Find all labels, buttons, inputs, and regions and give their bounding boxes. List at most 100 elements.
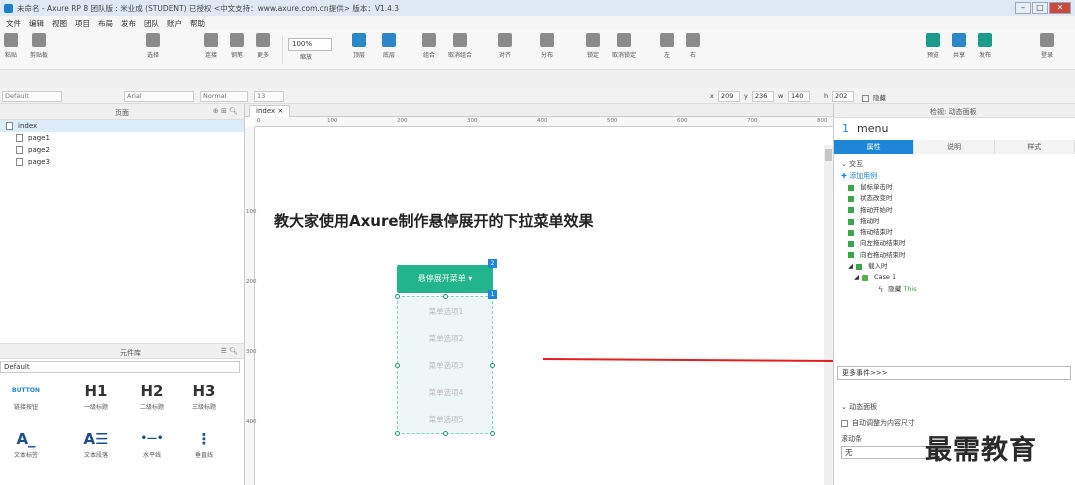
pages-panel-tools[interactable]: ⊕ ⊞ 🔍︎ <box>213 107 238 115</box>
maximize-button[interactable]: □ <box>1032 2 1048 14</box>
event-ondragdrop[interactable]: 拖动结束时 <box>834 227 1075 238</box>
login-button[interactable]: 登录 <box>1040 33 1054 67</box>
align-button[interactable]: 对齐 <box>498 33 512 67</box>
distribute-button[interactable]: 分布 <box>540 33 554 67</box>
style-select[interactable]: Default <box>2 91 62 102</box>
widget-h1[interactable]: H1 一级标题 <box>72 380 120 411</box>
widget-text-label[interactable]: A_ 文本标签 <box>2 428 50 459</box>
resize-handle[interactable] <box>395 363 400 368</box>
event-ondragstart[interactable]: 拖动开始时 <box>834 205 1075 216</box>
close-button[interactable]: ✕ <box>1049 2 1071 14</box>
font-size-select[interactable]: 13 <box>254 91 284 102</box>
x-input[interactable]: 209 <box>718 91 740 102</box>
font-weight-select[interactable]: Normal <box>200 91 248 102</box>
tab-notes[interactable]: 说明 <box>914 140 995 154</box>
widget-vertical-line[interactable]: ⋮ 垂直线 <box>180 428 228 459</box>
font-select[interactable]: Arial <box>124 91 194 102</box>
event-onstatechange[interactable]: 状态改变时 <box>834 193 1075 204</box>
interaction-section[interactable]: ⌄ 交互 <box>834 158 1075 170</box>
more-events-select[interactable]: 更多事件>>> <box>837 366 1071 380</box>
send-back-button[interactable]: 底层 <box>382 33 396 67</box>
event-onload[interactable]: ◢ 载入时 <box>834 261 1075 272</box>
menu-view[interactable]: 视图 <box>52 18 67 29</box>
connect-button[interactable]: 连接 <box>204 33 218 67</box>
menu-item-4[interactable]: 菜单选项4 <box>398 380 494 406</box>
menu-account[interactable]: 账户 <box>167 18 182 29</box>
page-item-page3[interactable]: page3 <box>0 156 244 168</box>
h-input[interactable]: 202 <box>832 91 854 102</box>
menu-arrange[interactable]: 布局 <box>98 18 113 29</box>
scrollbar-select[interactable]: 无 <box>841 446 931 459</box>
auto-fit-checkbox[interactable]: 自动调整为内容尺寸 <box>841 418 915 428</box>
library-select[interactable]: Default <box>0 361 240 373</box>
panel-interaction-badge: 1 <box>488 290 497 299</box>
page-item-page2[interactable]: page2 <box>0 144 244 156</box>
event-onswiperight[interactable]: 向右拖动结束时 <box>834 250 1075 261</box>
bring-front-button[interactable]: 顶层 <box>352 33 366 67</box>
left-button[interactable]: 左 <box>660 33 674 67</box>
menu-item-3[interactable]: 菜单选项3 <box>398 353 494 379</box>
resize-handle[interactable] <box>490 431 495 436</box>
resize-handle[interactable] <box>443 431 448 436</box>
page-item-index[interactable]: index <box>0 120 244 132</box>
widget-h3[interactable]: H3 三级标题 <box>180 380 228 411</box>
unlock-button[interactable]: 取消锁定 <box>612 33 636 67</box>
resize-handle[interactable] <box>395 431 400 436</box>
resize-handle[interactable] <box>395 294 400 299</box>
pen-button[interactable]: 钢笔 <box>230 33 244 67</box>
paste-button[interactable]: 粘贴 <box>4 33 18 67</box>
widget-text-paragraph[interactable]: A☰ 文本段落 <box>72 428 120 459</box>
share-button[interactable]: 共享 <box>952 33 966 67</box>
event-onswipeleft[interactable]: 向左拖动结束时 <box>834 238 1075 249</box>
canvas-scrollbar[interactable] <box>824 145 833 485</box>
menu-edit[interactable]: 编辑 <box>29 18 44 29</box>
menu-item-1[interactable]: 菜单选项1 <box>398 299 494 325</box>
tab-style[interactable]: 样式 <box>994 140 1075 154</box>
menu-team[interactable]: 团队 <box>144 18 159 29</box>
minimize-button[interactable]: – <box>1015 2 1031 14</box>
more-button[interactable]: 更多 <box>256 33 270 67</box>
publish-button[interactable]: 发布 <box>978 33 992 67</box>
scrollbar-thumb[interactable] <box>825 149 832 161</box>
page-item-page1[interactable]: page1 <box>0 132 244 144</box>
case-row[interactable]: ◢ Case 1 <box>834 272 1075 283</box>
clipboard-button[interactable]: 剪贴板 <box>30 33 48 67</box>
canvas-area[interactable]: index × 0 100 200 300 400 500 600 700 80… <box>245 104 841 485</box>
widget-link-button[interactable]: BUTTON 链接按钮 <box>2 380 50 411</box>
lock-button[interactable]: 锁定 <box>586 33 600 67</box>
menu-file[interactable]: 文件 <box>6 18 21 29</box>
widget-h2[interactable]: H2 二级标题 <box>128 380 176 411</box>
dropdown-menu-panel[interactable]: 菜单选项1 菜单选项2 菜单选项3 菜单选项4 菜单选项5 <box>397 296 493 434</box>
hover-menu-button[interactable]: 悬停展开菜单 ▾ <box>397 265 493 293</box>
y-input[interactable]: 236 <box>752 91 774 102</box>
right-button[interactable]: 右 <box>686 33 700 67</box>
widget-horizontal-line[interactable]: •—• 水平线 <box>128 428 176 459</box>
action-row[interactable]: ϟ 隐藏 This <box>834 284 1075 295</box>
hidden-checkbox[interactable]: 隐藏 <box>862 92 886 102</box>
add-case-link[interactable]: ✚ 添加用例 <box>834 170 1075 182</box>
event-onclick[interactable]: 鼠标单击时 <box>834 182 1075 193</box>
ungroup-button[interactable]: 取消组合 <box>448 33 472 67</box>
canvas-tabbar: index × <box>245 104 841 117</box>
tab-properties[interactable]: 属性 <box>834 140 915 154</box>
tab-index[interactable]: index × <box>249 105 291 117</box>
dynamic-panel-section[interactable]: ⌄ 动态面板 <box>841 402 877 412</box>
library-search-icon[interactable]: ☰ 🔍︎ <box>221 347 238 355</box>
menu-item-5[interactable]: 菜单选项5 <box>398 407 494 433</box>
resize-handle[interactable] <box>490 363 495 368</box>
menu-item-2[interactable]: 菜单选项2 <box>398 326 494 352</box>
resize-handle[interactable] <box>443 294 448 299</box>
menu-help[interactable]: 帮助 <box>190 18 205 29</box>
select-button[interactable]: 选择 <box>146 33 160 67</box>
title-bar: 未命名 - Axure RP 8 团队版 : 米业成 (STUDENT) 已授权… <box>0 0 1075 16</box>
zoom-select[interactable]: 100% <box>288 38 332 51</box>
menu-publish[interactable]: 发布 <box>121 18 136 29</box>
w-input[interactable]: 140 <box>788 91 810 102</box>
event-ondrag[interactable]: 拖动时 <box>834 216 1075 227</box>
group-button[interactable]: 组合 <box>422 33 436 67</box>
menu-project[interactable]: 项目 <box>75 18 90 29</box>
inspector-item-name[interactable]: 1 menu <box>834 118 1075 140</box>
canvas-heading[interactable]: 教大家使用Axure制作悬停展开的下拉菜单效果 <box>274 210 594 231</box>
preview-button[interactable]: 预览 <box>926 33 940 67</box>
event-icon <box>856 263 862 270</box>
